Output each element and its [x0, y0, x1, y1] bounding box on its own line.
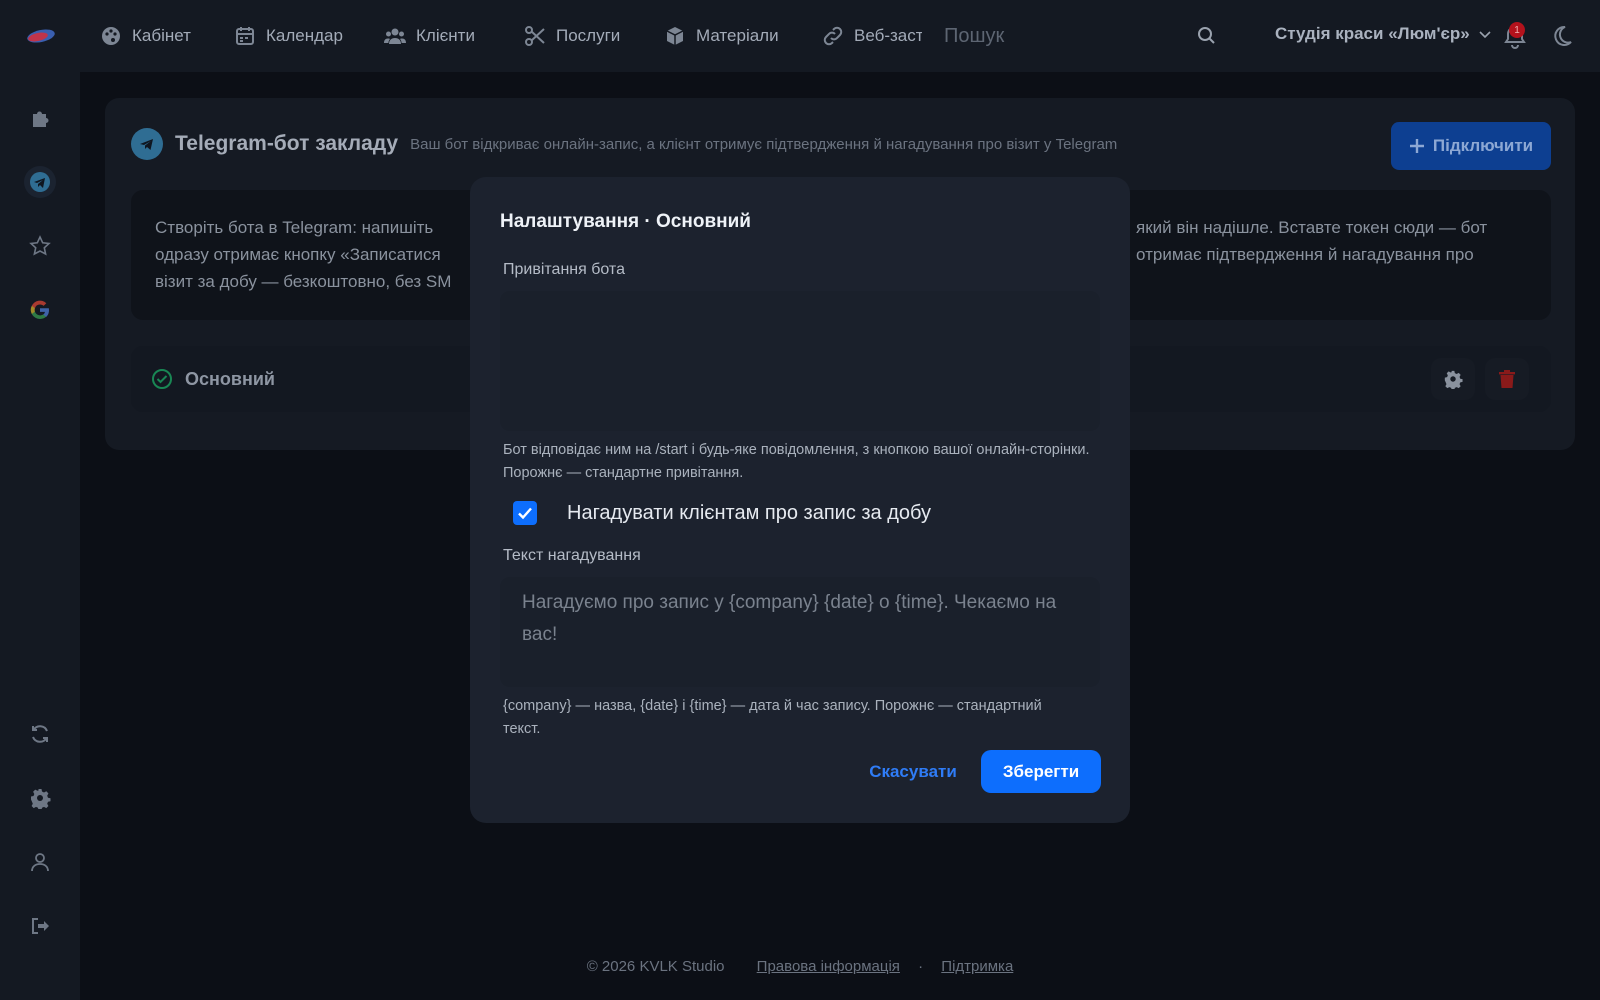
panel-subtitle: Ваш бот відкриває онлайн-запис, а клієнт… — [410, 135, 1118, 153]
studio-name: Студія краси «Люм'єр» — [1275, 24, 1470, 43]
nav-item-website[interactable]: Веб-заст — [822, 24, 924, 48]
instructions-line: візит за добу — безкоштовно, без SM — [155, 272, 452, 291]
trash-icon — [1499, 370, 1515, 388]
nav-item-label: Календар — [266, 26, 343, 45]
footer-separator: · — [918, 958, 924, 975]
app-logo[interactable] — [26, 24, 56, 46]
bot-settings-button[interactable] — [1431, 358, 1475, 400]
chevron-down-icon — [1479, 31, 1491, 39]
plus-icon — [1409, 139, 1424, 153]
bot-name: Основний — [185, 369, 275, 389]
reminder-checkbox-label: Нагадувати клієнтам про запис за добу — [567, 501, 932, 524]
box-icon — [666, 27, 684, 45]
bot-delete-button[interactable] — [1485, 358, 1529, 400]
instructions-text-left: Створіть бота в Telegram: напишіть одраз… — [155, 214, 495, 295]
check-circle-icon — [152, 369, 172, 389]
palette-icon — [102, 27, 120, 45]
studio-selector[interactable]: Студія краси «Люм'єр» — [1275, 24, 1492, 44]
instructions-line: отримає підтвердження й нагадування про — [1136, 245, 1474, 264]
puzzle-icon — [33, 111, 49, 127]
gear-icon — [1444, 370, 1463, 389]
google-icon — [30, 300, 50, 320]
checkmark-icon — [518, 507, 532, 520]
telegram-icon — [131, 128, 163, 160]
telegram-icon — [30, 172, 50, 192]
nav-item-calendar[interactable]: Календар — [234, 24, 343, 48]
reminder-textarea[interactable] — [500, 577, 1100, 687]
nav-item-cabinet[interactable]: Кабінет — [100, 24, 191, 48]
sidebar-item-reviews[interactable] — [24, 230, 56, 262]
sidebar-item-google[interactable] — [24, 294, 56, 326]
notification-badge: 1 — [1509, 22, 1525, 38]
star-icon — [29, 235, 51, 256]
sidebar-item-profile[interactable] — [24, 846, 56, 878]
greeting-textarea[interactable] — [500, 291, 1100, 431]
panel-header: Telegram-бот закладу Ваш бот відкриває о… — [131, 128, 1117, 160]
sidebar-item-sync[interactable] — [24, 718, 56, 750]
top-navigation: Кабінет Календар Клієнти Послуги Матеріа… — [0, 0, 1600, 72]
users-icon — [384, 28, 406, 44]
sidebar-item-logout[interactable] — [24, 910, 56, 942]
search-icon[interactable] — [1196, 25, 1218, 47]
reminder-text-label: Текст нагадування — [503, 547, 641, 564]
sync-icon — [32, 725, 48, 743]
instructions-line: Створіть бота в Telegram: напишіть — [155, 218, 434, 237]
search-box — [922, 14, 1242, 58]
reminder-toggle-row[interactable]: Нагадувати клієнтам про запис за добу — [513, 501, 931, 525]
moon-icon[interactable] — [1550, 24, 1574, 48]
bot-settings-modal: Налаштування · Основний Привітання бота … — [470, 177, 1130, 823]
reminder-checkbox[interactable] — [513, 501, 537, 525]
greeting-hint: Бот відповідає ним на /start і будь-яке … — [503, 442, 1090, 481]
support-link[interactable]: Підтримка — [941, 958, 1013, 975]
cancel-button[interactable]: Скасувати — [858, 751, 968, 793]
sidebar-item-telegram[interactable] — [24, 166, 56, 198]
instructions-text-right: який він надішле. Вставте токен сюди — б… — [1136, 214, 1536, 268]
nav-item-clients[interactable]: Клієнти — [384, 24, 475, 48]
gear-icon — [31, 789, 51, 809]
sidebar — [0, 72, 80, 1000]
nav-item-label: Веб-заст — [854, 26, 924, 45]
scissors-icon — [525, 26, 545, 46]
link-icon — [823, 26, 843, 46]
nav-item-materials[interactable]: Матеріали — [664, 24, 779, 48]
modal-title: Налаштування · Основний — [500, 211, 751, 232]
nav-item-services[interactable]: Послуги — [524, 24, 620, 48]
nav-item-label: Матеріали — [696, 26, 779, 45]
nav-item-label: Клієнти — [416, 26, 475, 45]
sidebar-item-settings[interactable] — [24, 782, 56, 814]
calendar-icon — [236, 27, 254, 45]
nav-item-label: Кабінет — [132, 26, 191, 45]
panel-title: Telegram-бот закладу — [175, 132, 399, 155]
nav-item-label: Послуги — [556, 26, 621, 45]
save-button[interactable]: Зберегти — [981, 750, 1101, 793]
reminder-hint: {company} — назва, {date} і {time} — дат… — [503, 698, 1042, 737]
search-input[interactable] — [944, 24, 1194, 48]
logout-icon — [32, 918, 49, 934]
instructions-line: одразу отримає кнопку «Записатися — [155, 245, 441, 264]
instructions-line: який він надішле. Вставте токен сюди — б… — [1136, 218, 1488, 237]
footer: © 2026 KVLK Studio Правова інформація · … — [0, 958, 1600, 975]
sidebar-item-integrations[interactable] — [24, 102, 56, 134]
connect-label: Підключити — [1432, 136, 1534, 155]
copyright-text: © 2026 KVLK Studio — [586, 958, 725, 975]
connect-button[interactable]: Підключити — [1391, 122, 1551, 170]
legal-link[interactable]: Правова інформація — [757, 958, 900, 975]
user-icon — [31, 853, 49, 872]
greeting-label: Привітання бота — [503, 261, 625, 278]
